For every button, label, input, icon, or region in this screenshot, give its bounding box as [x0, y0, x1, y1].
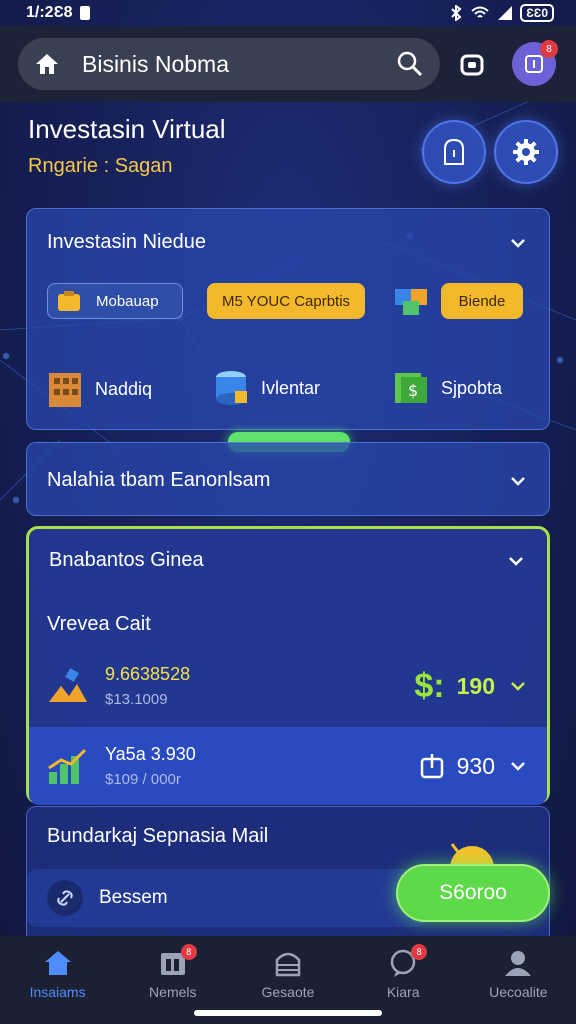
document-icon	[444, 138, 464, 165]
camera-icon	[460, 54, 484, 76]
status-bar: 1/:2Ɛ8 ƐƐ0	[0, 0, 576, 26]
bluetooth-icon	[451, 5, 462, 21]
page-title: Investasin Virtual	[28, 114, 226, 144]
investasi-panel: Investasin Niedue Mobauap M5 YOUC Caprbt…	[26, 208, 550, 430]
avatar[interactable]: 8	[512, 40, 558, 86]
nav-badge: 8	[180, 944, 197, 960]
nalahia-panel: Nalahia tbam Eanonlsam	[26, 442, 550, 516]
tile-naddiq[interactable]: Naddiq	[47, 369, 152, 409]
list-item[interactable]: Ya5a 3.930 $109 / 000r 930	[29, 727, 547, 805]
profile-icon	[525, 55, 543, 73]
notification-icon	[79, 6, 90, 20]
item-value: 9.6638528	[105, 664, 191, 684]
tile-ivlentar[interactable]: Ivlentar	[213, 369, 320, 407]
battery-indicator: ƐƐ0	[520, 4, 554, 22]
chevron-down-icon[interactable]	[507, 675, 529, 697]
wallet-icon	[420, 754, 443, 779]
bessem-row[interactable]: Bessem	[27, 869, 427, 927]
bnabantos-panel-header[interactable]: Bnabantos Ginea	[49, 549, 527, 572]
chevron-down-icon[interactable]	[507, 470, 529, 492]
currency-symbol: $:	[414, 666, 445, 705]
bnabantos-panel-title: Bnabantos Ginea	[49, 549, 204, 571]
blocks-icon	[395, 289, 427, 315]
bnabantos-panel: Bnabantos Ginea Vrevea Cait 9.6638528 $1…	[26, 526, 550, 805]
cta-button[interactable]: S6oroo	[396, 864, 550, 922]
nav-label: Nemels	[149, 984, 197, 1000]
section-sublabel: Vrevea Cait	[47, 613, 151, 635]
bag-icon	[58, 291, 80, 311]
nalahia-panel-header[interactable]: Nalahia tbam Eanonlsam	[47, 469, 529, 492]
camera-button[interactable]	[450, 42, 494, 86]
store-icon	[275, 952, 301, 977]
item-amount: 190	[456, 672, 495, 699]
home-icon	[44, 951, 71, 975]
chip-caprbtis[interactable]: M5 YOUC Caprbtis	[207, 283, 365, 319]
signal-icon	[498, 6, 513, 20]
investasi-panel-header[interactable]: Investasin Niedue	[47, 231, 529, 254]
item-value: Ya5a 3.930	[105, 744, 196, 764]
home-indicator[interactable]	[194, 1010, 382, 1016]
chip-label: Mobauap	[96, 292, 159, 310]
settings-button[interactable]	[494, 120, 558, 184]
chip-mobauap[interactable]: Mobauap	[47, 283, 183, 319]
nav-label: Gesaote	[261, 984, 315, 1000]
app-title: Bisinis Nobma	[82, 50, 229, 77]
investasi-panel-title: Investasin Niedue	[47, 231, 206, 253]
link-icon	[47, 880, 83, 916]
nalahia-panel-title: Nalahia tbam Eanonlsam	[47, 469, 271, 491]
item-subvalue: $13.1009	[105, 691, 168, 708]
chip-label: M5 YOUC Caprbtis	[221, 292, 351, 310]
nav-label: Kiara	[386, 984, 420, 1000]
user-icon	[505, 951, 532, 976]
nav-label: Insaiams	[29, 984, 86, 1000]
avatar-badge: 8	[540, 40, 558, 58]
building-icon	[49, 373, 81, 407]
chevron-down-icon[interactable]	[507, 755, 529, 777]
database-icon	[216, 371, 247, 405]
chevron-down-icon[interactable]	[505, 550, 527, 572]
home-icon[interactable]	[34, 52, 60, 76]
money-icon: $	[395, 373, 427, 403]
tile-label: Sjpobta	[441, 377, 503, 398]
tile-label: Ivlentar	[261, 377, 321, 398]
page-subtitle: Rngarie : Sagan	[28, 155, 173, 177]
tile-label: Naddiq	[95, 378, 153, 399]
chip-biende[interactable]: Biende	[441, 283, 523, 319]
tile-sjpobta[interactable]: $ Sjpobta	[393, 369, 502, 407]
top-app-bar: Bisinis Nobma 8	[0, 26, 576, 102]
wifi-icon	[471, 6, 489, 18]
search-bar[interactable]: Bisinis Nobma	[18, 38, 440, 90]
search-icon[interactable]	[396, 50, 424, 78]
gear-icon	[513, 139, 539, 165]
bar-chart-icon	[48, 748, 87, 784]
status-time: 1/:2Ɛ8	[26, 4, 73, 21]
item-subvalue: $109 / 000r	[105, 771, 181, 788]
chip-label: Biende	[458, 292, 506, 310]
bessem-label: Bessem	[99, 887, 168, 908]
chevron-down-icon[interactable]	[507, 232, 529, 254]
item-amount: 930	[456, 752, 495, 779]
bundarka-panel-title: Bundarkaj Sepnasia Mail	[47, 825, 269, 847]
svg-text:$: $	[408, 381, 418, 400]
nav-badge: 8	[411, 944, 428, 960]
list-item[interactable]: 9.6638528 $13.1009 $: 190	[29, 647, 547, 725]
document-button[interactable]	[422, 120, 486, 184]
nav-item-profile[interactable]: Uecoalite	[468, 948, 568, 1024]
construction-icon	[49, 668, 87, 702]
nav-item-home[interactable]: Insaiams	[8, 948, 108, 1024]
nav-label: Uecoalite	[489, 984, 548, 1000]
